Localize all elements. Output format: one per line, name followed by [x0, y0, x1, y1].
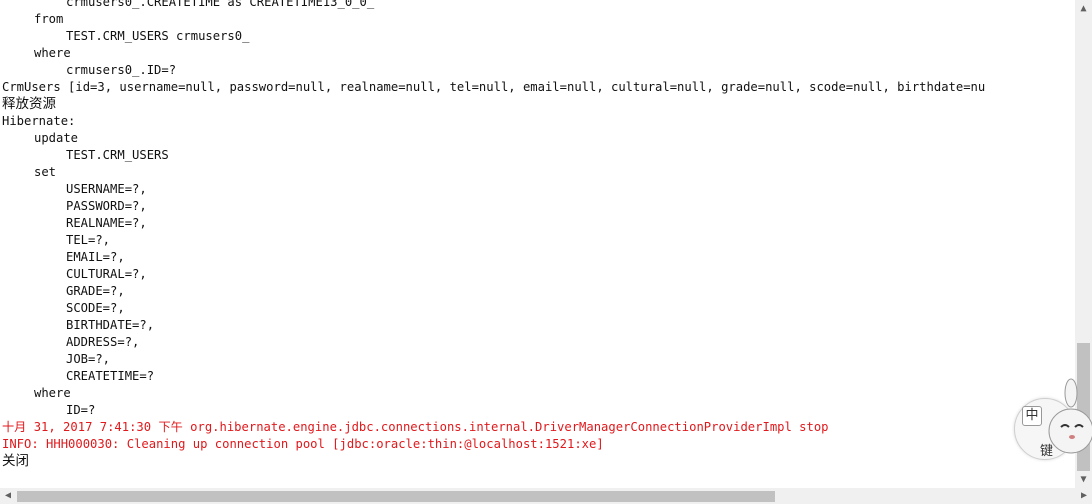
console-line: JOB=?, [66, 352, 111, 366]
ime-mode-badge[interactable]: 中 [1022, 406, 1042, 426]
console-line: where [34, 386, 71, 400]
console-line: PASSWORD=?, [66, 199, 147, 213]
console-line: Hibernate: [2, 114, 76, 128]
console-line: set [34, 165, 57, 179]
console-line: ADDRESS=?, [66, 335, 140, 349]
console-line: TEL=?, [66, 233, 111, 247]
console-line: update [34, 131, 79, 145]
console-line: SCODE=?, [66, 301, 125, 315]
scroll-down-icon[interactable]: ▼ [1075, 471, 1092, 488]
console-output[interactable]: crmusers0_.CREATETIME as CREATETIME13_0_… [0, 0, 1076, 488]
horizontal-scrollbar[interactable]: ◀ ▶ [0, 488, 1092, 504]
horizontal-scroll-thumb[interactable] [17, 491, 775, 502]
console-error-line: INFO: HHH000030: Cleaning up connection … [2, 437, 604, 451]
console-line: CrmUsers [id=3, username=null, password=… [2, 80, 986, 94]
console-line: CULTURAL=?, [66, 267, 147, 281]
console-line: 关闭 [2, 453, 29, 469]
console-line: CREATETIME=? [66, 369, 155, 383]
console-line: from [34, 12, 64, 26]
console-line: crmusers0_.CREATETIME as CREATETIME13_0_… [66, 0, 375, 9]
console-line: crmusers0_.ID=? [66, 63, 177, 77]
console-error-line: 十月 31, 2017 7:41:30 下午 org.hibernate.eng… [2, 420, 829, 434]
console-line: ID=? [66, 403, 96, 417]
console-line: BIRTHDATE=?, [66, 318, 155, 332]
ime-floating-widget[interactable]: 中 键 [1012, 370, 1092, 466]
console-line: TEST.CRM_USERS crmusers0_ [66, 29, 250, 43]
console-lines: crmusers0_.CREATETIME as CREATETIME13_0_… [2, 0, 985, 470]
console-line: REALNAME=?, [66, 216, 147, 230]
console-line: where [34, 46, 71, 60]
scroll-right-icon[interactable]: ▶ [1076, 488, 1092, 504]
scroll-up-icon[interactable]: ▲ [1075, 0, 1092, 17]
console-line: 释放资源 [2, 96, 56, 112]
scroll-left-icon[interactable]: ◀ [0, 488, 16, 504]
console-line: TEST.CRM_USERS [66, 148, 169, 162]
ime-keyboard-label[interactable]: 键 [1040, 440, 1053, 459]
console-line: GRADE=?, [66, 284, 125, 298]
console-line: USERNAME=?, [66, 182, 147, 196]
console-line: EMAIL=?, [66, 250, 125, 264]
